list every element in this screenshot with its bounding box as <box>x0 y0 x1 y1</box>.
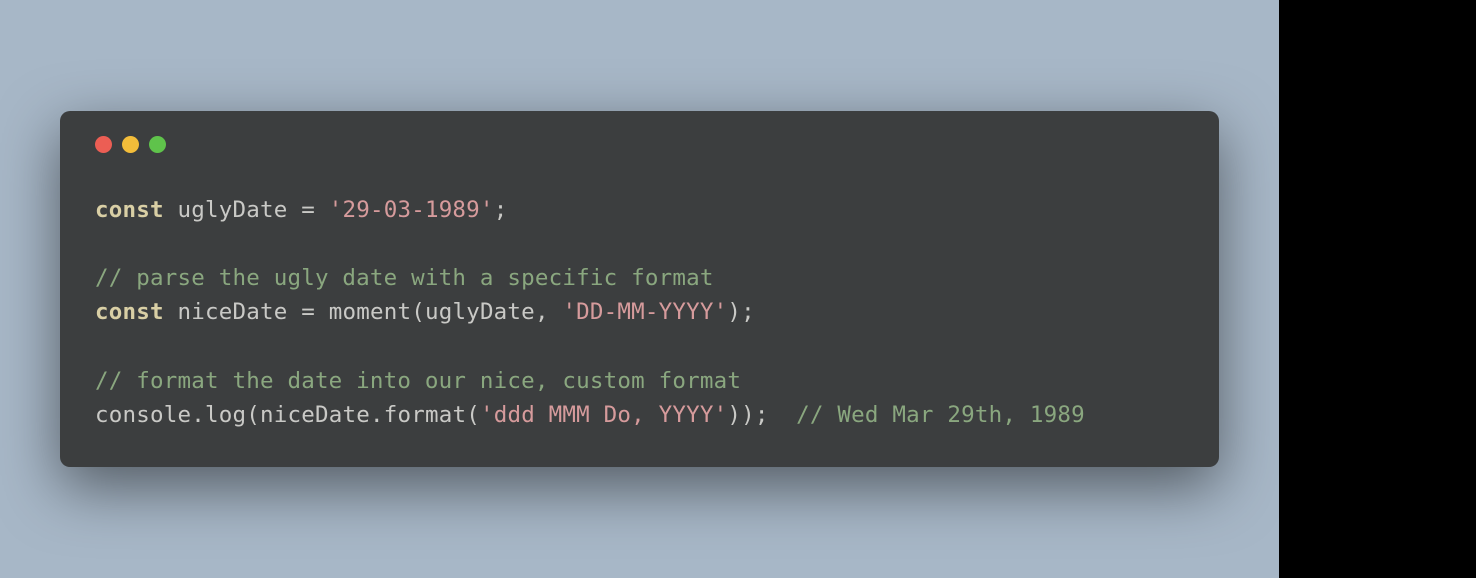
code-token-punct: ; <box>755 402 769 428</box>
code-token-keyword: const <box>95 299 164 325</box>
code-token-string: '29-03-1989' <box>329 197 494 223</box>
code-line: // parse the ugly date with a specific f… <box>95 261 1184 295</box>
code-token-ident <box>315 197 329 223</box>
code-token-punct: ( <box>411 299 425 325</box>
code-token-ident <box>769 402 797 428</box>
code-token-punct: . <box>370 402 384 428</box>
code-token-punct: ) <box>727 299 741 325</box>
code-token-op: = <box>301 299 315 325</box>
code-token-punct: ; <box>494 197 508 223</box>
code-token-comment: // Wed Mar 29th, 1989 <box>796 402 1085 428</box>
close-icon[interactable] <box>95 136 112 153</box>
code-token-punct: ; <box>741 299 755 325</box>
code-token-punct: ( <box>466 402 480 428</box>
code-line: const uglyDate = '29-03-1989'; <box>95 193 1184 227</box>
code-token-string: 'ddd MMM Do, YYYY' <box>480 402 727 428</box>
code-token-ident <box>164 197 178 223</box>
code-window: const uglyDate = '29-03-1989'; // parse … <box>60 111 1219 467</box>
code-line: console.log(niceDate.format('ddd MMM Do,… <box>95 398 1184 432</box>
page-background: const uglyDate = '29-03-1989'; // parse … <box>0 0 1279 578</box>
code-token-ident: uglyDate <box>177 197 287 223</box>
code-token-ident <box>164 299 178 325</box>
code-token-keyword: const <box>95 197 164 223</box>
code-token-ident <box>315 299 329 325</box>
code-line: const niceDate = moment(uglyDate, 'DD-MM… <box>95 295 1184 329</box>
code-token-func: format <box>384 402 466 428</box>
code-block: const uglyDate = '29-03-1989'; // parse … <box>95 193 1184 432</box>
code-token-punct: ( <box>246 402 260 428</box>
code-token-ident: niceDate <box>260 402 370 428</box>
code-token-string: 'DD-MM-YYYY' <box>562 299 727 325</box>
code-token-func: log <box>205 402 246 428</box>
code-line <box>95 330 1184 364</box>
code-line <box>95 227 1184 261</box>
code-token-punct: ) <box>727 402 741 428</box>
code-token-punct: ) <box>741 402 755 428</box>
code-token-punct: . <box>191 402 205 428</box>
code-token-punct: , <box>535 299 563 325</box>
code-token-ident <box>287 299 301 325</box>
window-traffic-lights <box>95 136 1184 153</box>
code-token-op: = <box>301 197 315 223</box>
code-token-ident <box>287 197 301 223</box>
code-line: // format the date into our nice, custom… <box>95 364 1184 398</box>
code-token-ident: uglyDate <box>425 299 535 325</box>
code-token-comment: // format the date into our nice, custom… <box>95 368 741 394</box>
code-token-comment: // parse the ugly date with a specific f… <box>95 265 714 291</box>
code-token-ident: niceDate <box>177 299 287 325</box>
maximize-icon[interactable] <box>149 136 166 153</box>
minimize-icon[interactable] <box>122 136 139 153</box>
code-token-func: moment <box>329 299 411 325</box>
code-token-ident: console <box>95 402 191 428</box>
